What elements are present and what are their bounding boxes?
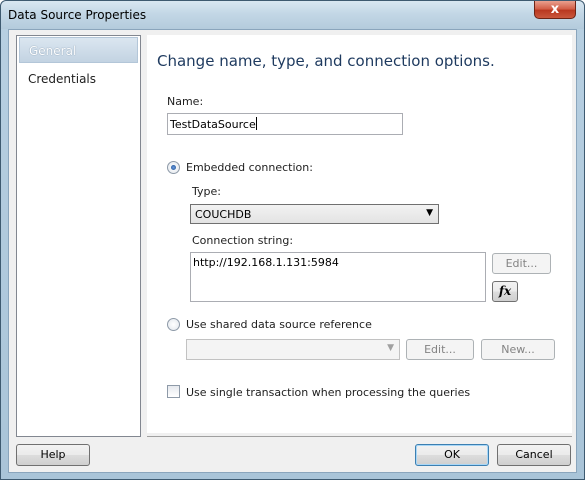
expression-button[interactable]: fx xyxy=(492,281,518,302)
footer-divider xyxy=(147,436,572,437)
type-label: Type: xyxy=(192,185,221,198)
ok-button[interactable]: OK xyxy=(415,444,489,466)
cancel-button[interactable]: Cancel xyxy=(497,444,571,466)
shared-data-source-select[interactable]: ▼ xyxy=(186,339,400,360)
name-input-value: TestDataSource xyxy=(170,118,256,131)
cancel-button-label: Cancel xyxy=(515,448,553,461)
sidebar-item-credentials[interactable]: Credentials xyxy=(19,66,138,92)
help-button[interactable]: Help xyxy=(16,444,90,466)
type-select[interactable]: COUCHDB ▼ xyxy=(190,204,439,224)
single-transaction-checkbox[interactable] xyxy=(167,385,180,398)
close-icon: x xyxy=(550,2,560,17)
sidebar-item-label: General xyxy=(29,44,77,58)
shared-new-label: New... xyxy=(501,343,535,356)
shared-new-button[interactable]: New... xyxy=(481,339,555,360)
name-input[interactable]: TestDataSource xyxy=(167,113,403,135)
sidebar-item-label: Credentials xyxy=(28,72,97,86)
connection-edit-label: Edit... xyxy=(505,257,538,270)
dialog-client-area: General Credentials Change name, type, a… xyxy=(8,29,577,473)
single-transaction-label: Use single transaction when processing t… xyxy=(186,386,471,399)
name-label: Name: xyxy=(167,95,204,108)
embedded-connection-label: Embedded connection: xyxy=(186,161,313,174)
help-button-label: Help xyxy=(40,448,66,461)
shared-data-source-radio[interactable] xyxy=(167,318,180,331)
page-title: Change name, type, and connection option… xyxy=(157,52,495,70)
text-caret xyxy=(255,117,257,130)
shared-edit-label: Edit... xyxy=(424,343,456,356)
close-button[interactable]: x xyxy=(534,1,576,19)
ok-button-label: OK xyxy=(444,448,460,461)
connection-string-label: Connection string: xyxy=(192,234,294,247)
embedded-connection-radio[interactable] xyxy=(167,161,180,174)
sidebar-item-general[interactable]: General xyxy=(19,37,138,63)
fx-icon: fx xyxy=(498,284,512,298)
type-select-value: COUCHDB xyxy=(195,208,252,221)
chevron-down-icon: ▼ xyxy=(387,343,394,353)
connection-string-value: http://192.168.1.131:5984 xyxy=(193,256,339,269)
window-title: Data Source Properties xyxy=(8,8,147,22)
shared-data-source-label: Use shared data source reference xyxy=(186,318,372,331)
title-bar[interactable]: Data Source Properties x xyxy=(1,1,584,29)
shared-edit-button[interactable]: Edit... xyxy=(406,339,474,360)
dialog-window: Data Source Properties x General Credent… xyxy=(0,0,585,480)
chevron-down-icon: ▼ xyxy=(426,208,433,218)
sidebar: General Credentials xyxy=(16,35,141,437)
connection-edit-button[interactable]: Edit... xyxy=(492,253,551,274)
connection-string-input[interactable]: http://192.168.1.131:5984 xyxy=(190,252,486,302)
